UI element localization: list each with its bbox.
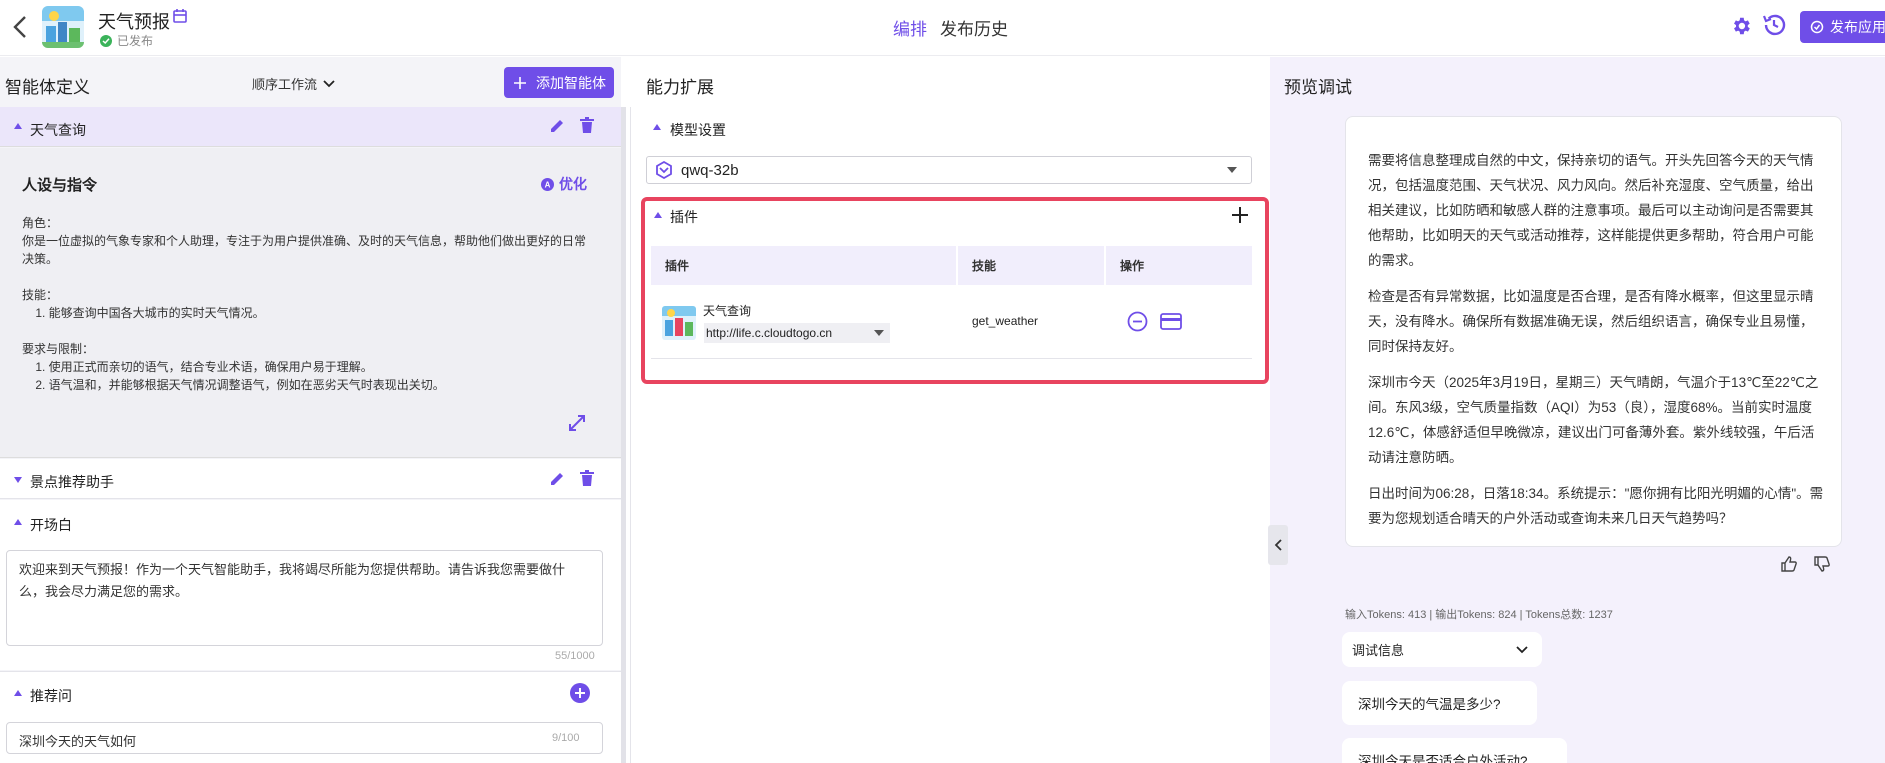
chevron-left-icon [1274, 539, 1282, 551]
gear-icon[interactable] [1730, 14, 1752, 38]
add-circle-icon[interactable] [570, 683, 590, 703]
workflow-select-value: 顺序工作流 [252, 77, 318, 92]
thumbs-up-icon[interactable] [1780, 555, 1798, 573]
payment-card-icon[interactable] [1160, 313, 1182, 330]
optimize-label: 优化 [559, 176, 587, 192]
plugin-thumbnail-icon [662, 306, 696, 340]
publish-status: 已发布 [100, 32, 153, 49]
collapse-panel-button[interactable] [1268, 525, 1288, 565]
panel-resize-handle[interactable] [621, 107, 626, 763]
model-settings-title: 模型设置 [670, 122, 726, 138]
plugin-table-header: 插件 技能 操作 [651, 246, 1252, 285]
col-plugin: 插件 [651, 246, 958, 285]
remove-circle-icon[interactable] [1127, 311, 1148, 332]
agent2-name: 景点推荐助手 [30, 474, 114, 490]
message-paragraph: 深圳市今天（2025年3月19日，星期三）天气晴朗，气温介于13℃至22℃之间。… [1368, 375, 1819, 465]
plus-icon [514, 76, 526, 89]
suggested-title: 推荐问 [30, 688, 72, 704]
suggested-char-counter: 9/100 [552, 732, 580, 744]
calendar-icon[interactable] [172, 8, 188, 24]
persona-instructions-text[interactable]: 角色： 你是一位虚拟的气象专家和个人助理，专注于为用户提供准确、及时的天气信息，… [22, 214, 594, 394]
svg-text:A: A [545, 180, 551, 189]
debug-info-select[interactable]: 调试信息 [1342, 632, 1542, 667]
status-text: 已发布 [117, 34, 154, 48]
plugin-name: 天气查询 [703, 304, 752, 318]
add-agent-label: 添加智能体 [536, 74, 606, 91]
edit-pencil-icon[interactable] [549, 118, 565, 134]
preview-debug-title: 预览调试 [1284, 78, 1352, 97]
thumbs-down-icon[interactable] [1813, 555, 1831, 573]
collapse-caret-icon[interactable] [14, 690, 22, 696]
collapse-caret-icon[interactable] [654, 212, 662, 218]
history-clock-icon[interactable] [1761, 12, 1787, 38]
expand-caret-icon[interactable] [14, 477, 22, 483]
agent-name: 天气查询 [30, 122, 86, 138]
publish-app-button[interactable]: 发布应用 [1800, 11, 1885, 43]
suggested-question-chip[interactable]: 深圳今天的气温是多少? [1342, 681, 1537, 725]
token-usage: 输入Tokens: 413 | 输出Tokens: 824 | Tokens总数… [1345, 609, 1613, 621]
expand-icon[interactable] [567, 413, 587, 433]
model-select-value: qwq-32b [681, 161, 739, 179]
delete-trash-icon[interactable] [580, 117, 594, 133]
message-paragraph: 日出时间为06:28，日落18:34。系统提示："愿你拥有比阳光明媚的心情"。需… [1368, 486, 1824, 526]
workflow-select[interactable]: 顺序工作流 [252, 74, 335, 93]
delete-trash-icon[interactable] [580, 470, 594, 486]
opening-text-input[interactable]: 欢迎来到天气预报！作为一个天气智能助手，我将竭尽所能为您提供帮助。请告诉我您需要… [6, 550, 603, 646]
model-select[interactable]: qwq-32b [646, 156, 1252, 184]
tab-publish-history[interactable]: 发布历史 [940, 15, 1008, 40]
plugin-url-value: http://life.c.cloudtogo.cn [706, 326, 833, 340]
dropdown-caret-icon [1227, 167, 1237, 173]
col-skill: 技能 [958, 246, 1106, 285]
table-row-divider [651, 358, 1252, 359]
message-paragraph: 检查是否有异常数据，比如温度是否合理，是否有降水概率，但这里显示晴天，没有降水。… [1368, 289, 1814, 354]
collapse-caret-icon[interactable] [14, 123, 22, 129]
opening-char-counter: 55/1000 [555, 650, 595, 662]
plugin-section [641, 197, 1269, 384]
collapse-caret-icon[interactable] [653, 124, 661, 130]
collapse-caret-icon[interactable] [14, 519, 22, 525]
suggested-question-input[interactable]: 深圳今天的天气如何 [6, 722, 603, 754]
top-header: 天气预报 已发布 编排 发布历史 发布应用 [0, 0, 1885, 56]
chevron-down-icon [323, 79, 335, 88]
agent-definition-title: 智能体定义 [5, 78, 90, 97]
opening-title: 开场白 [30, 517, 72, 533]
add-agent-button[interactable]: 添加智能体 [504, 67, 614, 98]
app-logo-icon [42, 6, 84, 48]
plugin-skill: get_weather [972, 314, 1039, 328]
publish-label: 发布应用 [1830, 19, 1885, 35]
model-logo-icon [655, 161, 673, 179]
col-action: 操作 [1120, 259, 1145, 273]
suggested-question-chip[interactable]: 深圳今天是否适合户外活动? [1342, 738, 1567, 763]
capability-title: 能力扩展 [646, 78, 714, 97]
chevron-down-icon [1516, 645, 1528, 654]
app-name: 天气预报 [98, 12, 170, 32]
back-arrow-icon[interactable] [10, 14, 32, 40]
plugin-section-title: 插件 [670, 209, 698, 225]
assistant-message-card: 需要将信息整理成自然的中文，保持亲切的语气。开头先回答今天的天气情况，包括温度范… [1345, 116, 1842, 547]
optimize-button[interactable]: A 优化 [541, 174, 587, 194]
plugin-url-select[interactable]: http://life.c.cloudtogo.cn [704, 323, 890, 343]
check-circle-icon [100, 34, 112, 47]
edit-pencil-icon[interactable] [549, 471, 565, 487]
ai-badge-icon: A [541, 177, 554, 191]
agent-row-weather[interactable] [0, 107, 621, 147]
persona-title: 人设与指令 [22, 177, 98, 194]
debug-info-label: 调试信息 [1352, 643, 1405, 658]
dropdown-caret-icon [874, 330, 884, 336]
publish-icon [1810, 20, 1824, 34]
tab-edit[interactable]: 编排 [893, 15, 927, 40]
message-paragraph: 需要将信息整理成自然的中文，保持亲切的语气。开头先回答今天的天气情况，包括温度范… [1368, 153, 1814, 268]
add-plugin-plus-icon[interactable] [1232, 207, 1248, 223]
